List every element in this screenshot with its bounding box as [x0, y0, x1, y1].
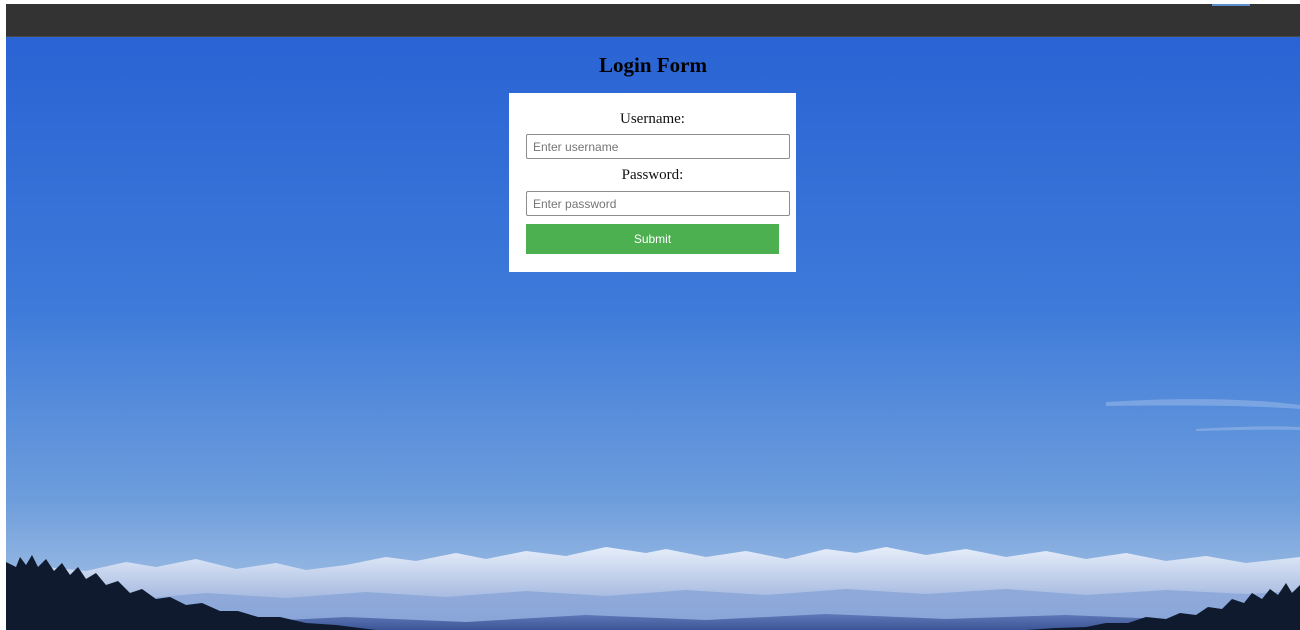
password-label: Password:	[621, 167, 684, 183]
username-label: Username:	[620, 111, 685, 127]
submit-button[interactable]: Submit	[526, 224, 779, 254]
password-input[interactable]	[526, 191, 790, 216]
topbar-accent-line	[1212, 4, 1250, 6]
browser-viewport: Login Form Username: Password: Submit	[6, 4, 1300, 630]
login-form: Username: Password: Submit	[509, 93, 796, 272]
top-navigation-bar	[6, 4, 1300, 37]
page-title: Login Form	[599, 53, 707, 77]
window-frame: Login Form Username: Password: Submit	[0, 0, 1300, 630]
username-input[interactable]	[526, 134, 790, 159]
